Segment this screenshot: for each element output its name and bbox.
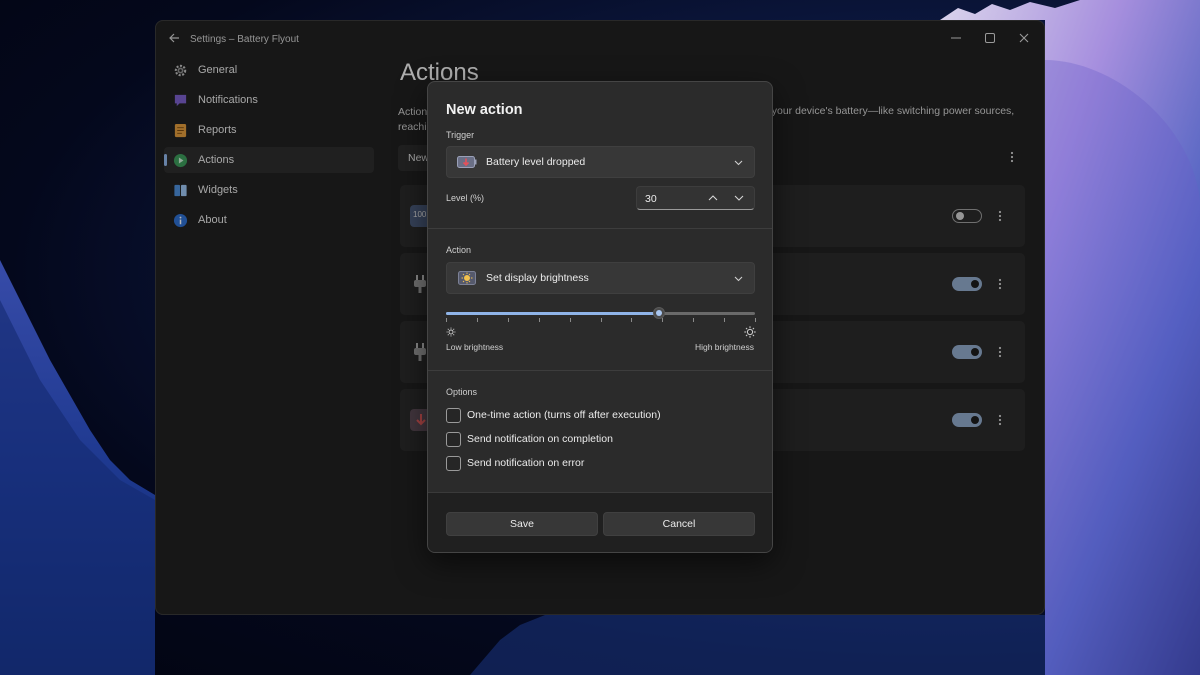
chevron-down-icon (732, 273, 744, 285)
new-action-dialog: New action Trigger Battery level dropped… (427, 81, 773, 553)
dialog-footer: Save Cancel (428, 492, 772, 552)
level-increment-button[interactable] (703, 190, 723, 206)
slider-low-label: Low brightness (446, 342, 504, 352)
brightness-icon (457, 271, 477, 285)
option-notify-error[interactable]: Send notification on error (446, 455, 584, 471)
chevron-down-icon (732, 157, 744, 169)
option-label: Send notification on error (467, 457, 585, 469)
slider-tick (569, 318, 571, 322)
low-brightness-icon (446, 327, 456, 337)
option-label: Send notification on completion (467, 433, 613, 445)
dialog-title: New action (446, 102, 523, 118)
slider-tick (631, 318, 633, 322)
slider-tick (446, 318, 447, 322)
action-label: Action (446, 245, 472, 255)
checkbox[interactable] (446, 455, 461, 471)
slider-high-label: High brightness (694, 342, 754, 352)
trigger-selected: Battery level dropped (486, 156, 586, 168)
trigger-label: Trigger (446, 130, 475, 140)
checkbox[interactable] (446, 407, 461, 423)
slider-tick (507, 318, 509, 322)
options-label: Options (446, 387, 478, 397)
chevron-down-icon (734, 195, 744, 201)
level-number-box[interactable]: 30 (636, 186, 755, 210)
slider-tick (693, 318, 695, 322)
slider-tick (662, 318, 664, 322)
section-divider (428, 370, 772, 371)
slider-tick (755, 318, 756, 322)
slider-tick (600, 318, 602, 322)
slider-thumb[interactable] (653, 307, 666, 319)
save-button[interactable]: Save (446, 512, 598, 536)
high-brightness-icon (744, 326, 756, 338)
section-divider (428, 228, 772, 229)
option-notify-completion[interactable]: Send notification on completion (446, 431, 613, 447)
slider-tick (538, 318, 540, 322)
level-label: Level (%) (446, 193, 485, 203)
slider-tick (476, 318, 478, 322)
chevron-up-icon (708, 195, 718, 201)
brightness-slider[interactable] (446, 306, 756, 322)
slider-tick (724, 318, 726, 322)
action-dropdown[interactable]: Set display brightness (446, 262, 755, 294)
cancel-button[interactable]: Cancel (603, 512, 755, 536)
level-decrement-button[interactable] (729, 190, 749, 206)
checkbox[interactable] (446, 431, 461, 447)
battery-down-icon (457, 155, 477, 169)
level-value: 30 (645, 193, 657, 205)
action-selected: Set display brightness (486, 272, 589, 284)
option-label: One-time action (turns off after executi… (467, 409, 661, 421)
option-one-time-action[interactable]: One-time action (turns off after executi… (446, 407, 661, 423)
slider-fill (446, 312, 660, 315)
trigger-dropdown[interactable]: Battery level dropped (446, 146, 755, 178)
